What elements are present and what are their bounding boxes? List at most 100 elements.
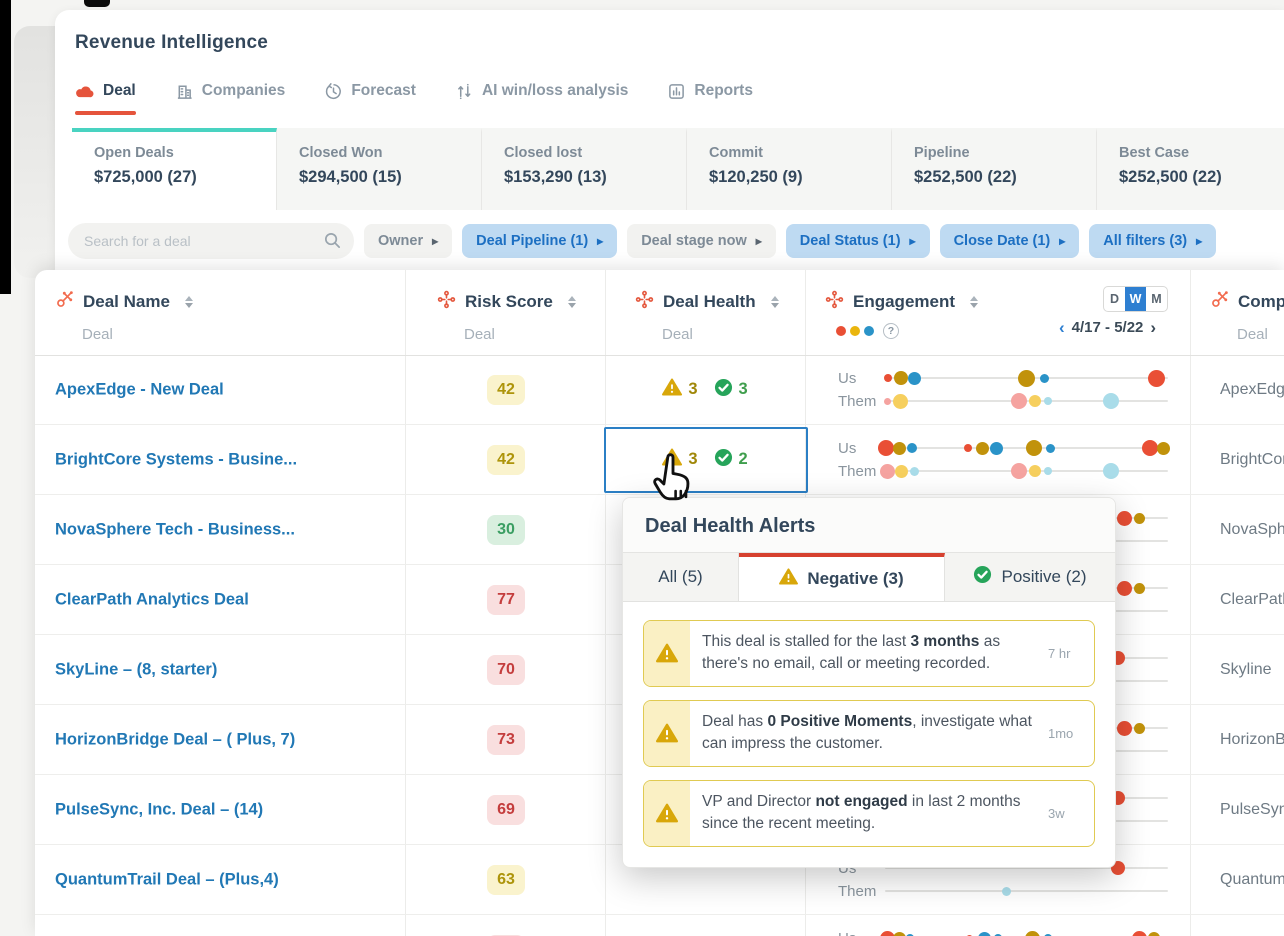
deal-name-link[interactable]: HorizonBridge Deal – ( Plus, 7) xyxy=(55,730,390,749)
popup-tab-negative-3[interactable]: Negative (3) xyxy=(739,553,945,601)
filter-chip-close-date-1[interactable]: Close Date (1)▸ xyxy=(940,224,1080,258)
engagement-dot xyxy=(884,374,892,382)
negative-count: 3 xyxy=(688,380,697,399)
engagement-dot xyxy=(1029,395,1041,407)
search-input[interactable] xyxy=(68,223,354,259)
tab-companies[interactable]: Companies xyxy=(176,82,286,115)
engagement-dot xyxy=(1044,397,1052,405)
popup-tab-positive-2[interactable]: Positive (2) xyxy=(945,553,1115,601)
warning-icon xyxy=(644,701,690,766)
sort-arrows[interactable] xyxy=(185,296,193,308)
positive-count: 3 xyxy=(739,380,748,399)
column-header-deal-name[interactable]: Deal Name xyxy=(55,290,193,314)
tab-ai-win-loss-analysis[interactable]: AI win/loss analysis xyxy=(456,82,628,115)
deal-icon xyxy=(75,84,94,98)
company-name: ClearPath xyxy=(1220,591,1284,609)
popup-title: Deal Health Alerts xyxy=(623,498,1115,553)
summary-card-pipeline[interactable]: Pipeline$252,500 (22) xyxy=(892,128,1097,210)
engagement-dot xyxy=(976,442,989,455)
deal-health-cell[interactable] xyxy=(605,915,805,936)
column-header-engagement[interactable]: Engagement xyxy=(825,290,978,314)
engagement-dot xyxy=(1117,511,1132,526)
column-header-comp[interactable]: Comp xyxy=(1210,290,1284,314)
granularity-m[interactable]: M xyxy=(1146,287,1167,311)
table-row: BrightCore Systems - Busine...4232UsThem… xyxy=(35,425,1284,495)
legend-dot-icon xyxy=(836,326,846,336)
check-icon xyxy=(714,378,733,402)
deal-name-link[interactable]: NovaSphere Tech - Business... xyxy=(55,520,390,539)
engagement-dot xyxy=(880,464,895,479)
risk-score-pill: 69 xyxy=(487,795,525,825)
engagement-dot xyxy=(908,372,921,385)
chip-label: Owner xyxy=(378,233,423,249)
risk-score-pill: 73 xyxy=(487,725,525,755)
granularity-d[interactable]: D xyxy=(1104,287,1125,311)
engagement-dot xyxy=(1103,393,1119,409)
help-icon[interactable]: ? xyxy=(883,323,899,339)
deal-name-link[interactable]: PulseSync, Inc. Deal – (14) xyxy=(55,800,390,819)
deal-name-link[interactable]: ApexEdge - New Deal xyxy=(55,380,390,399)
engagement-dot xyxy=(1011,393,1027,409)
alert-time: 1mo xyxy=(1048,701,1094,766)
summary-card-commit[interactable]: Commit$120,250 (9) xyxy=(687,128,892,210)
engagement-dot xyxy=(1142,440,1158,456)
summary-card-best-case[interactable]: Best Case$252,500 (22) xyxy=(1097,128,1284,210)
chip-label: Deal stage now xyxy=(641,233,747,249)
deal-name-link[interactable]: SkyLine – (8, starter) xyxy=(55,660,390,679)
deal-health-cell[interactable]: 33 xyxy=(605,355,805,424)
deal-name-link[interactable]: ClearPath Analytics Deal xyxy=(55,590,390,609)
engagement-dot xyxy=(907,443,917,453)
warning-icon xyxy=(644,781,690,846)
filter-chip-deal-stage-now[interactable]: Deal stage now▸ xyxy=(627,224,776,258)
summary-card-closed-lost[interactable]: Closed lost$153,290 (13) xyxy=(482,128,687,210)
date-navigation: ‹4/17 - 5/22› xyxy=(1059,319,1156,336)
check-icon xyxy=(714,448,733,472)
screen: Revenue Intelligence DealCompaniesForeca… xyxy=(0,0,1284,936)
tab-forecast[interactable]: Forecast xyxy=(325,82,416,115)
popup-alert-list: This deal is stalled for the last 3 mont… xyxy=(623,602,1115,867)
filter-chip-deal-status-1[interactable]: Deal Status (1)▸ xyxy=(786,224,930,258)
alert-card: This deal is stalled for the last 3 mont… xyxy=(643,620,1095,687)
popup-tab-label: All (5) xyxy=(658,567,702,587)
warning-icon xyxy=(779,568,798,590)
engagement-dot xyxy=(978,932,991,936)
screen-edge-decor xyxy=(0,0,11,294)
tab-deal[interactable]: Deal xyxy=(75,82,136,115)
filter-bar: Owner▸Deal Pipeline (1)▸Deal stage now▸D… xyxy=(68,222,1284,260)
engagement-dot xyxy=(884,398,891,405)
column-header-deal-health[interactable]: Deal Health xyxy=(635,290,779,314)
table-row: ApexEdge - New Deal4233UsThemApexEdge xyxy=(35,355,1284,425)
engagement-dot xyxy=(1132,931,1147,936)
sort-arrows[interactable] xyxy=(771,296,779,308)
popup-tab-all-5[interactable]: All (5) xyxy=(623,553,739,601)
engagement-dot xyxy=(1134,583,1145,594)
summary-card-open-deals[interactable]: Open Deals$725,000 (27) xyxy=(72,128,277,210)
company-name: Skyline xyxy=(1220,661,1272,679)
filter-chip-deal-pipeline-1[interactable]: Deal Pipeline (1)▸ xyxy=(462,224,617,258)
sort-arrows[interactable] xyxy=(568,296,576,308)
risk-score-pill: 42 xyxy=(487,445,525,475)
check-icon xyxy=(973,565,992,589)
filter-chip-all-filters-3[interactable]: All filters (3)▸ xyxy=(1089,224,1216,258)
tab-reports[interactable]: Reports xyxy=(668,82,753,115)
engagement-dot xyxy=(964,444,972,452)
risk-score-pill: 63 xyxy=(487,865,525,895)
engagement-timeline xyxy=(885,890,1168,892)
prev-period-icon[interactable]: ‹ xyxy=(1059,319,1065,336)
granularity-w[interactable]: W xyxy=(1125,287,1146,311)
engagement-dot xyxy=(893,394,908,409)
company-name: Quantum xyxy=(1220,871,1284,889)
table-row: UsThem xyxy=(35,915,1284,936)
summary-card-closed-won[interactable]: Closed Won$294,500 (15) xyxy=(277,128,482,210)
column-header-risk-score[interactable]: Risk Score xyxy=(437,290,576,314)
engagement-dot xyxy=(895,465,908,478)
filter-chip-owner[interactable]: Owner▸ xyxy=(364,224,452,258)
deal-name-link[interactable]: QuantumTrail Deal – (Plus,4) xyxy=(55,870,390,889)
deal-name-link[interactable]: BrightCore Systems - Busine... xyxy=(55,450,390,469)
card-label: Closed lost xyxy=(504,145,686,161)
sort-arrows[interactable] xyxy=(970,296,978,308)
deal-health-cell[interactable]: 32 xyxy=(605,425,805,494)
next-period-icon[interactable]: › xyxy=(1150,319,1156,336)
ai-winloss-icon xyxy=(456,83,473,100)
engagement-dot xyxy=(990,442,1003,455)
